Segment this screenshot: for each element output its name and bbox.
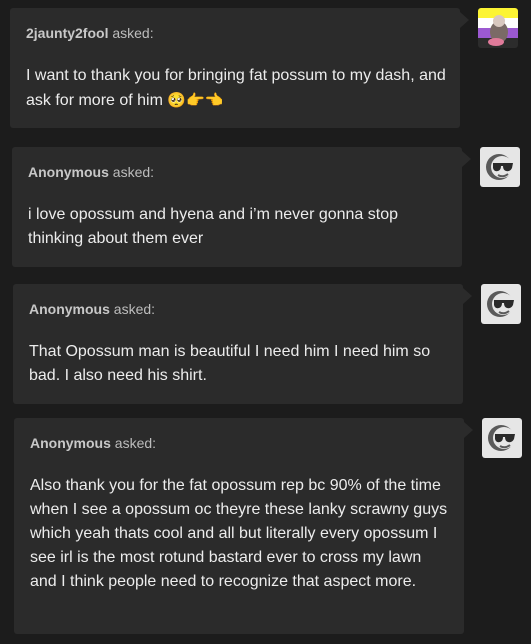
ask-card: Anonymous asked: Also thank you for the … xyxy=(14,418,464,634)
asked-label: asked: xyxy=(114,435,157,451)
ask-question: i love opossum and hyena and i’m never g… xyxy=(28,203,448,251)
asker-name: Anonymous xyxy=(30,435,111,451)
anonymous-sunglasses-avatar-icon xyxy=(482,418,522,458)
asked-label: asked: xyxy=(112,25,154,41)
speech-tail xyxy=(463,288,472,304)
ask-text: Also thank you for the fat opossum rep b… xyxy=(30,477,448,590)
ask-header: Anonymous asked: xyxy=(28,164,154,180)
asker-name-link[interactable]: 2jaunty2fool xyxy=(26,25,108,41)
ask-header: 2jaunty2fool asked: xyxy=(26,25,154,41)
speech-tail xyxy=(464,422,473,438)
ask-emoji: 🥺👉👈 xyxy=(167,91,224,109)
speech-tail xyxy=(462,151,471,167)
ask-text: That Opossum man is beautiful I need him… xyxy=(29,343,431,384)
asker-name: Anonymous xyxy=(29,301,110,317)
speech-tail xyxy=(460,12,469,28)
anonymous-sunglasses-avatar-icon xyxy=(480,147,520,187)
ask-text: I want to thank you for bringing fat pos… xyxy=(26,67,446,109)
ask-question: I want to thank you for bringing fat pos… xyxy=(26,64,446,113)
ask-card: Anonymous asked: i love opossum and hyen… xyxy=(12,147,462,267)
nonbinary-flag-avatar-icon[interactable] xyxy=(478,8,518,48)
asked-label: asked: xyxy=(113,301,156,317)
asked-label: asked: xyxy=(112,164,155,180)
ask-question: Also thank you for the fat opossum rep b… xyxy=(30,474,450,594)
ask-question: That Opossum man is beautiful I need him… xyxy=(29,340,449,388)
anonymous-sunglasses-avatar-icon xyxy=(481,284,521,324)
asker-name: Anonymous xyxy=(28,164,109,180)
ask-card: 2jaunty2fool asked: I want to thank you … xyxy=(10,8,460,128)
ask-text: i love opossum and hyena and i’m never g… xyxy=(28,206,399,247)
ask-card: Anonymous asked: That Opossum man is bea… xyxy=(13,284,463,404)
ask-header: Anonymous asked: xyxy=(30,435,156,451)
ask-header: Anonymous asked: xyxy=(29,301,155,317)
